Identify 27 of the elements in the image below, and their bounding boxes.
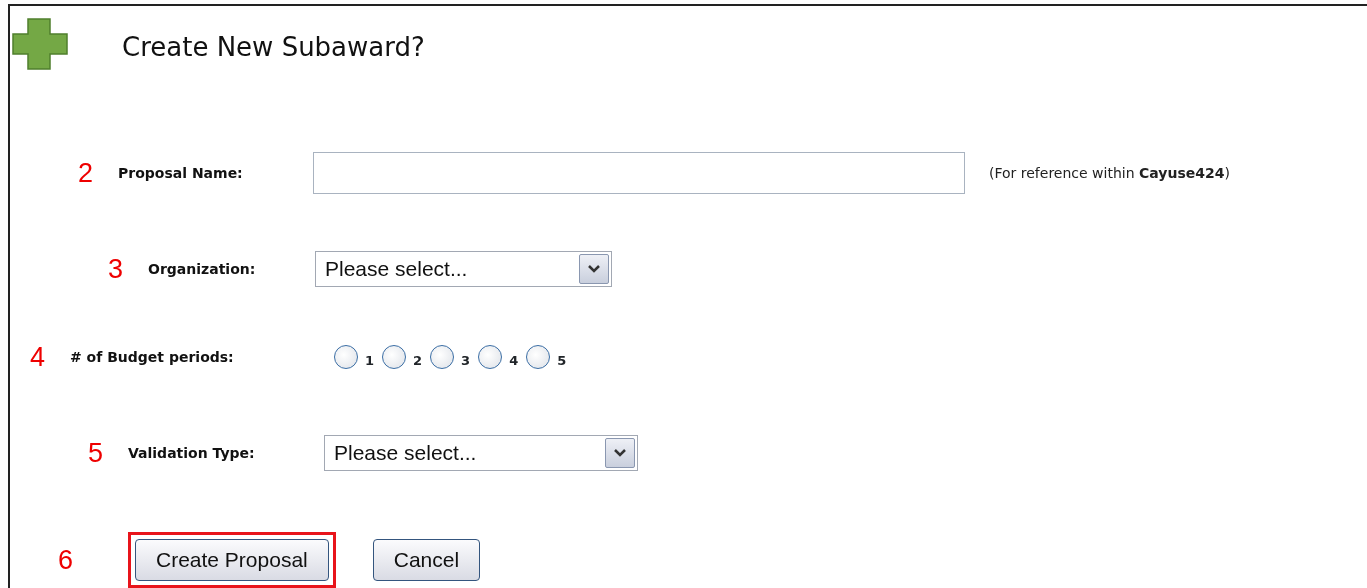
field-label: Validation Type: (128, 443, 256, 463)
cancel-button[interactable]: Cancel (372, 539, 481, 581)
radio-label: 2 (413, 352, 423, 371)
field-label: Organization: (148, 259, 257, 279)
proposal-name-field[interactable] (313, 152, 965, 194)
radio-button[interactable] (526, 345, 551, 369)
field-label: # of Budget periods: (70, 347, 235, 367)
create-proposal-button[interactable]: Create Proposal (135, 539, 329, 581)
radio-button[interactable] (430, 345, 455, 369)
plus-icon (12, 18, 68, 70)
field-label: Proposal Name: (118, 163, 244, 183)
radio-label: 5 (557, 352, 567, 371)
radio-button[interactable] (478, 345, 503, 369)
radio-button[interactable] (334, 345, 358, 369)
callout-number: 4 (30, 340, 47, 374)
dialog-title: Create New Subaward? (122, 31, 425, 64)
dropdown[interactable]: Please select... (324, 435, 638, 471)
callout-number: 6 (58, 543, 75, 577)
callout-number: 3 (108, 252, 125, 286)
radio-label: 4 (509, 352, 519, 371)
callout-number: 5 (88, 436, 105, 470)
dropdown[interactable]: Please select... (315, 251, 612, 287)
reference-note: (For reference within Cayuse424) (989, 163, 1230, 183)
radio-button[interactable] (382, 345, 407, 369)
callout-number: 2 (78, 156, 95, 190)
radio-label: 3 (461, 352, 471, 371)
radio-label: 1 (365, 352, 375, 371)
